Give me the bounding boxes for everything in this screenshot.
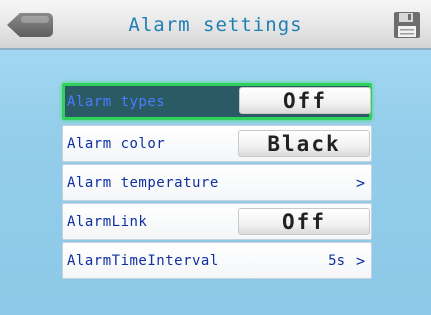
menu-item-label: Alarm color [67,135,166,152]
header-bar: Alarm settings [0,0,431,50]
menu-item-alarm-color[interactable]: Alarm color Black [62,125,372,162]
menu-item-alarm-types[interactable]: Alarm types Off [62,83,372,120]
menu-item-label: AlarmLink [67,213,148,230]
menu-item-alarm-link[interactable]: AlarmLink Off [62,203,372,240]
page-title: Alarm settings [128,14,303,36]
chevron-right-icon: > [355,173,365,192]
back-arrow-icon[interactable] [7,13,53,37]
alarm-link-value-button[interactable]: Off [238,208,370,235]
floppy-disk-icon[interactable] [392,10,422,40]
alarm-time-interval-value: 5s [328,252,345,269]
menu-item-alarm-time-interval[interactable]: AlarmTimeInterval 5s > [62,242,372,279]
alarm-settings-screen: Alarm settings Alarm types Off Alarm col… [0,0,431,315]
menu-item-label: Alarm temperature [67,174,219,191]
alarm-types-value-button[interactable]: Off [239,87,371,114]
menu-item-label: Alarm types [67,93,166,110]
menu-item-label: AlarmTimeInterval [67,252,219,269]
menu-item-alarm-temperature[interactable]: Alarm temperature > [62,164,372,201]
alarm-color-value-button[interactable]: Black [238,130,370,157]
chevron-right-icon: > [355,251,365,270]
